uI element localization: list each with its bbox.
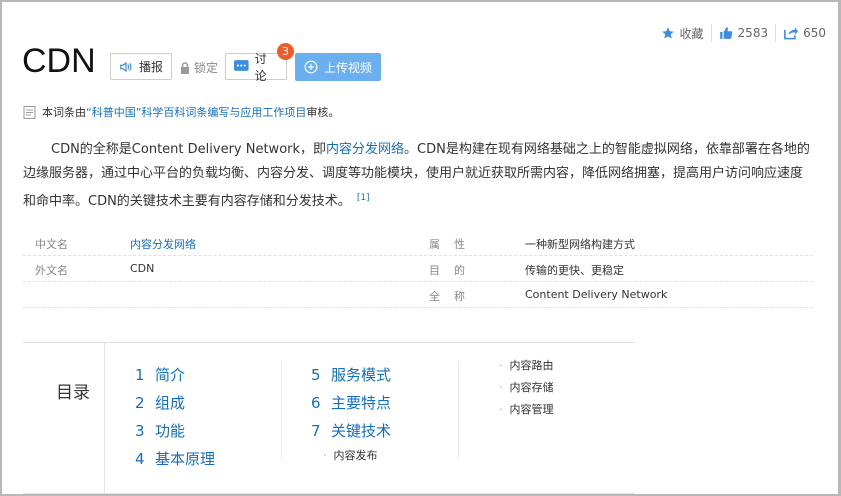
- toc-subitem-routing[interactable]: 内容路由: [499, 355, 554, 377]
- toc-item-num: 7: [311, 422, 321, 440]
- share-button[interactable]: 650: [775, 24, 833, 42]
- summary-link-cdn[interactable]: 内容分发网络: [326, 142, 404, 157]
- info-key: 全称: [429, 290, 479, 303]
- info-row: 全称 Content Delivery Network: [23, 282, 813, 308]
- toc-item-num: 2: [135, 394, 145, 412]
- toc-item-service-mode[interactable]: 5 服务模式: [311, 361, 391, 389]
- like-button[interactable]: 2583: [710, 24, 776, 42]
- info-key: 中文名: [35, 238, 68, 251]
- toc-item-label: 组成: [155, 394, 186, 412]
- basic-info-table: 中文名 内容分发网络 属性 一种新型网络构建方式 外文名 CDN 目的 传输的更…: [23, 230, 813, 308]
- toc-item-intro[interactable]: 1 简介: [135, 361, 215, 389]
- toc-column-2: 5 服务模式 6 主要特点 7 关键技术 内容发布: [311, 361, 391, 467]
- toc-item-num: 4: [135, 450, 145, 468]
- toc-subitem-publish[interactable]: 内容发布: [323, 445, 391, 467]
- stats-bar: 收藏 2583 650: [654, 24, 833, 42]
- plus-circle-icon: [304, 60, 318, 74]
- speaker-icon: [120, 61, 132, 72]
- review-org-link[interactable]: “科普中国”科学百科词条编写与应用工作项目: [86, 104, 306, 120]
- broadcast-button[interactable]: 播报: [110, 53, 172, 80]
- page-title: CDN: [22, 42, 96, 80]
- info-row: 外文名 CDN 目的 传输的更快、更稳定: [23, 256, 813, 282]
- review-note: 本词条由 “科普中国”科学百科词条编写与应用工作项目 审核。: [23, 104, 339, 120]
- upload-video-button[interactable]: 上传视频: [295, 53, 381, 81]
- toc-item-num: 3: [135, 422, 145, 440]
- summary-text-1: CDN的全称是Content Delivery Network，即: [51, 142, 327, 157]
- share-icon: [784, 27, 799, 40]
- toc-item-label: 基本原理: [155, 450, 216, 468]
- info-value-link[interactable]: 内容分发网络: [130, 236, 196, 252]
- document-icon: [23, 105, 36, 119]
- toc-item-key-tech[interactable]: 7 关键技术: [311, 417, 391, 445]
- lemma-summary: CDN的全称是Content Delivery Network，即内容分发网络。…: [23, 138, 813, 214]
- like-count: 2583: [737, 26, 769, 40]
- toc-item-label: 功能: [155, 422, 186, 440]
- info-key: 外文名: [35, 264, 68, 277]
- toc-item-label: 服务模式: [331, 366, 392, 384]
- table-of-contents: 目录 1 简介 2 组成 3 功能 4 基本原理 5 服务模式 6 主要特点 7 关键技术 内…: [23, 342, 635, 494]
- star-icon: [661, 27, 674, 39]
- toc-column-1: 1 简介 2 组成 3 功能 4 基本原理: [135, 361, 215, 473]
- toc-item-principle[interactable]: 4 基本原理: [135, 445, 215, 473]
- lock-label: 锁定: [194, 61, 219, 75]
- reference-link[interactable]: [1]: [357, 193, 370, 203]
- broadcast-label: 播报: [139, 60, 164, 74]
- info-key: 目的: [429, 264, 479, 277]
- share-count: 650: [803, 26, 826, 40]
- info-row: 中文名 内容分发网络 属性 一种新型网络构建方式: [23, 230, 813, 256]
- toc-column-3: 内容路由 内容存储 内容管理: [499, 355, 554, 421]
- favorite-button[interactable]: 收藏: [654, 24, 711, 42]
- upload-label: 上传视频: [324, 60, 373, 75]
- toc-item-num: 5: [311, 366, 321, 384]
- chat-bubble-icon: [234, 60, 249, 71]
- info-value: 传输的更快、更稳定: [525, 264, 624, 277]
- toc-item-composition[interactable]: 2 组成: [135, 389, 215, 417]
- info-key: 属性: [429, 238, 479, 251]
- info-value: 一种新型网络构建方式: [525, 238, 635, 251]
- discuss-label: 讨论: [254, 51, 267, 83]
- discuss-count-badge: 3: [277, 43, 294, 60]
- toc-item-num: 1: [135, 366, 145, 384]
- toc-divider: [281, 361, 282, 461]
- lock-status: 锁定: [180, 59, 218, 76]
- review-prefix: 本词条由: [42, 106, 86, 119]
- toc-item-function[interactable]: 3 功能: [135, 417, 215, 445]
- toc-divider: [458, 361, 459, 461]
- toc-subitem-storage[interactable]: 内容存储: [499, 377, 554, 399]
- toc-item-label: 主要特点: [331, 394, 392, 412]
- toc-subitem-management[interactable]: 内容管理: [499, 399, 554, 421]
- toc-item-num: 6: [311, 394, 321, 412]
- toc-item-label: 关键技术: [331, 422, 392, 440]
- toc-item-features[interactable]: 6 主要特点: [311, 389, 391, 417]
- lock-icon: [181, 61, 189, 74]
- discuss-button[interactable]: 讨论: [225, 52, 287, 83]
- toc-item-label: 简介: [155, 366, 186, 384]
- info-value: Content Delivery Network: [525, 288, 668, 301]
- favorite-label: 收藏: [679, 26, 704, 41]
- thumbs-up-icon: [719, 27, 732, 39]
- info-value: CDN: [130, 262, 155, 275]
- toc-side: 目录: [23, 343, 105, 493]
- toc-title: 目录: [56, 383, 90, 403]
- review-suffix: 审核。: [306, 106, 340, 119]
